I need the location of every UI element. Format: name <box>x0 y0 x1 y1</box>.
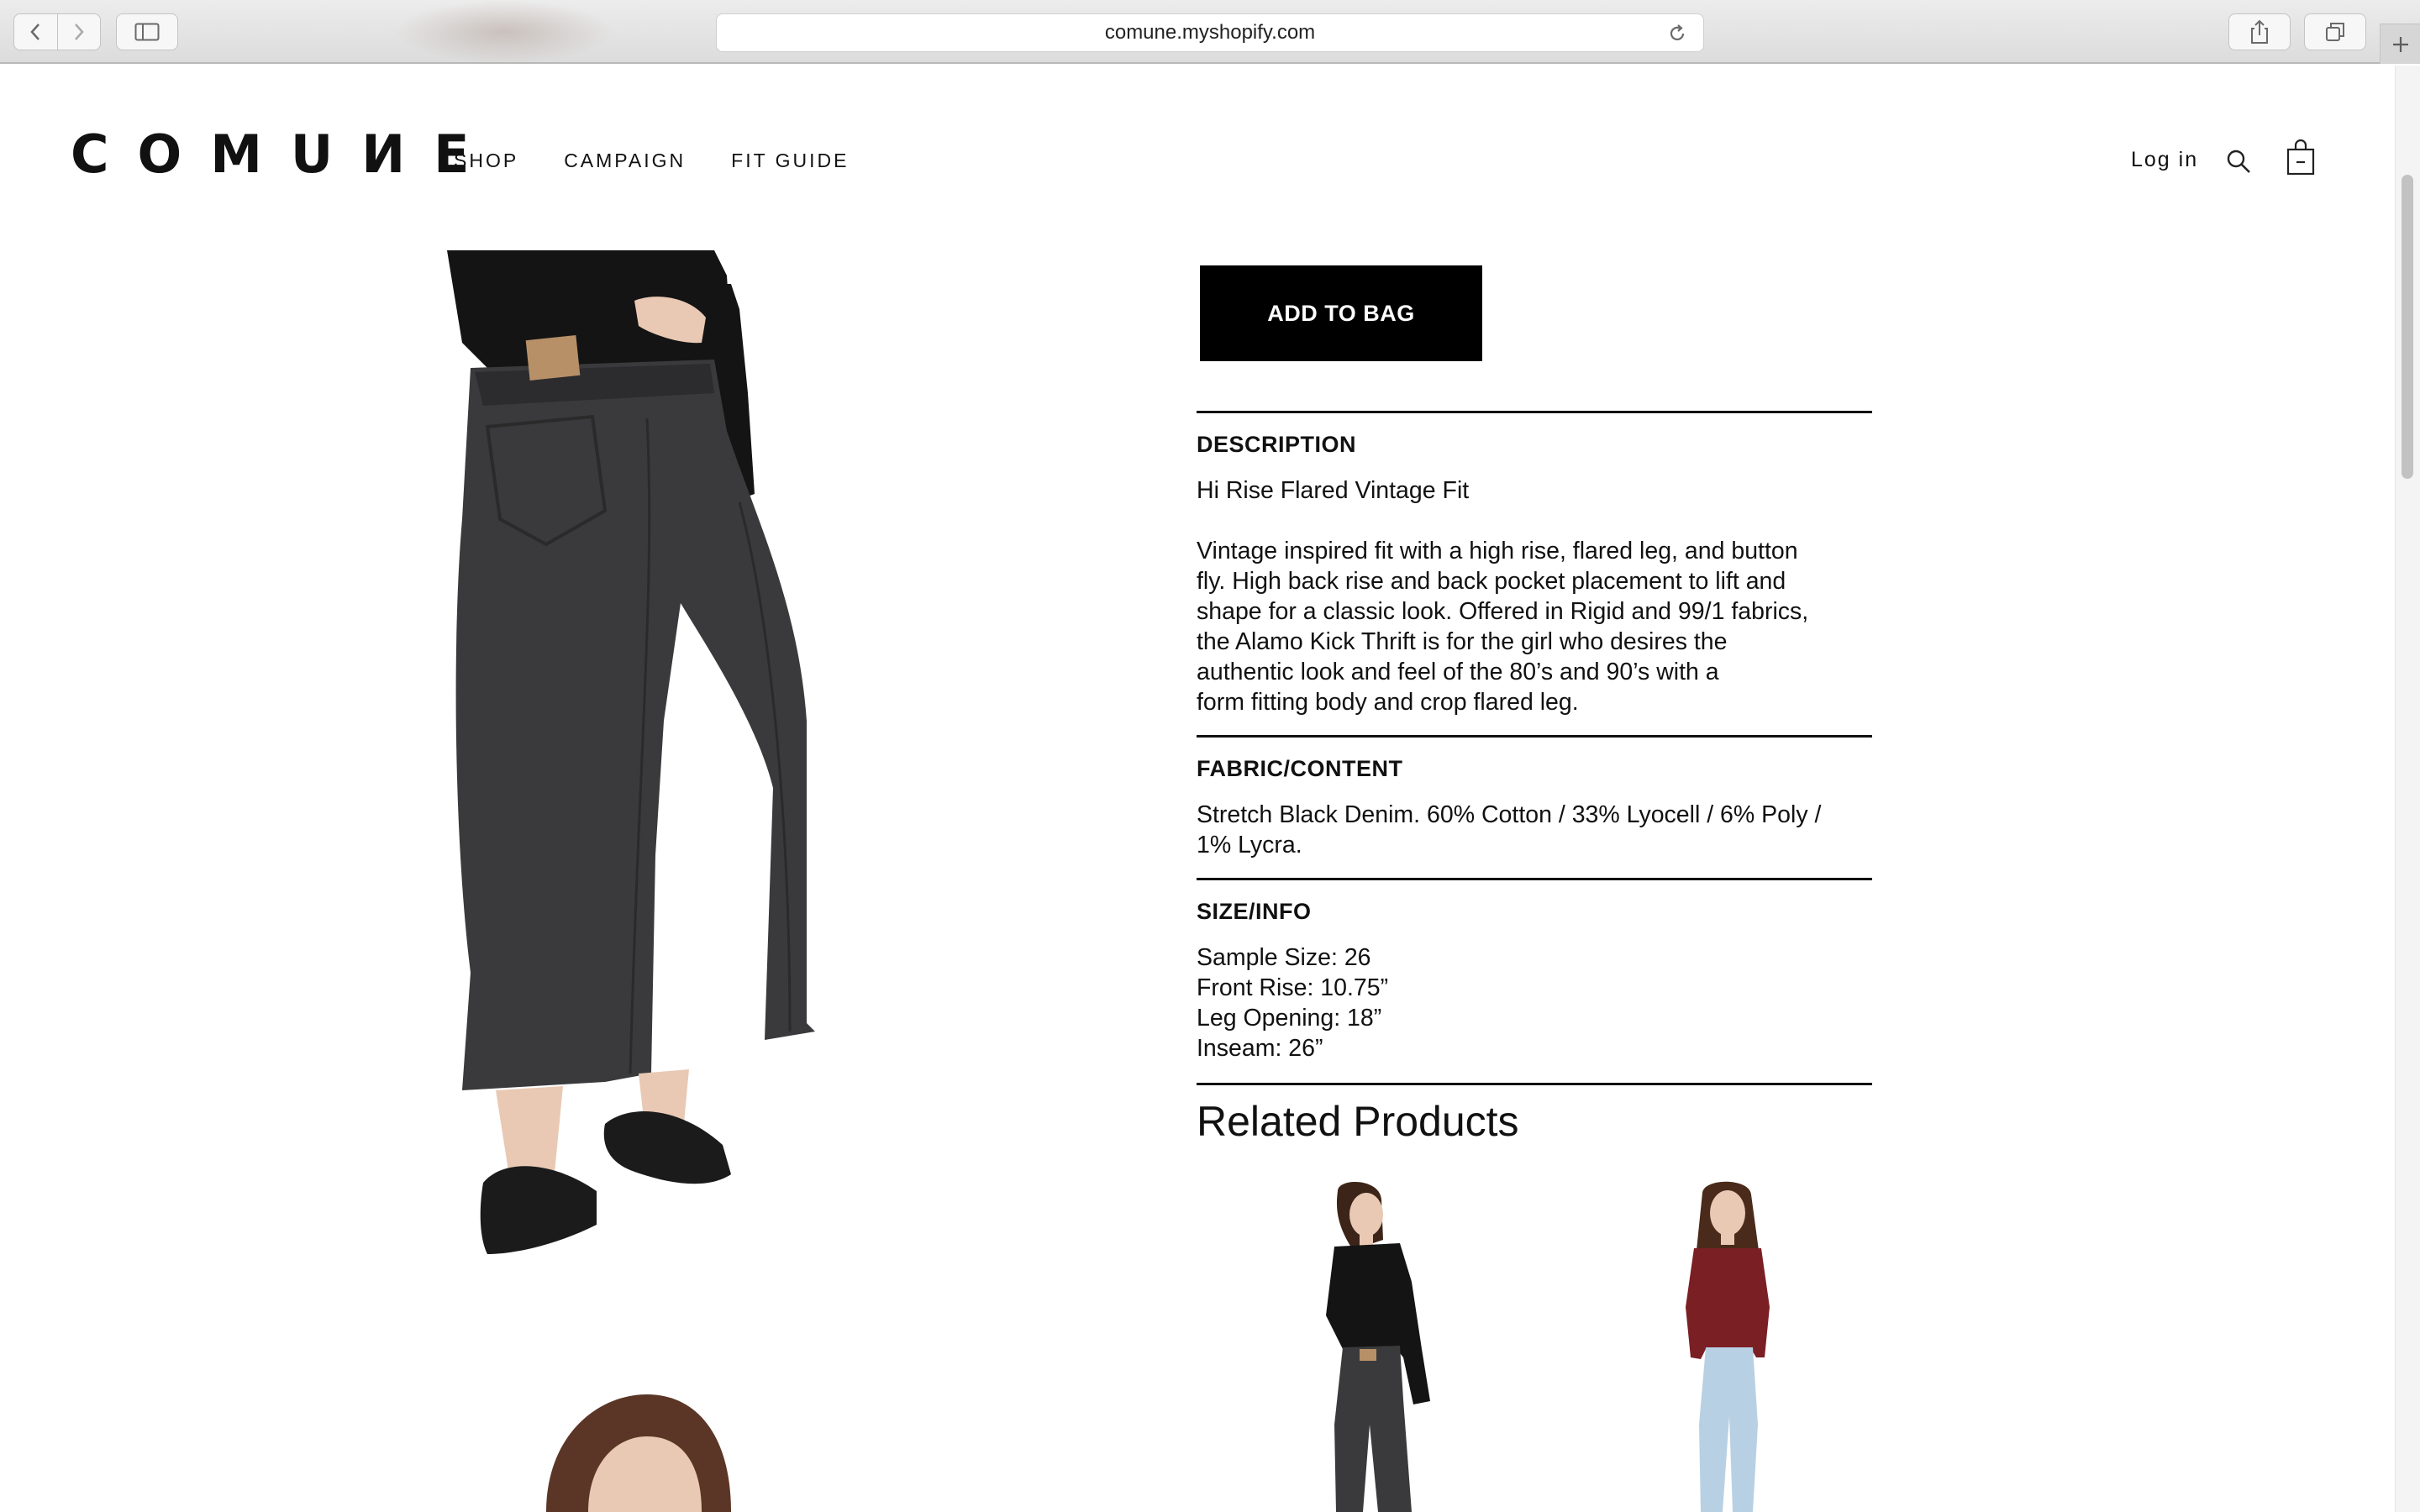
chevron-left-icon <box>30 24 40 40</box>
back-button[interactable] <box>14 14 57 50</box>
size-body: Sample Size: 26 Front Rise: 10.75” Leg O… <box>1197 942 1877 1063</box>
reload-icon[interactable] <box>1666 23 1688 45</box>
divider <box>1197 411 1872 413</box>
fabric-line: Stretch Black Denim. 60% Cotton / 33% Ly… <box>1197 801 1822 828</box>
sidebar-icon <box>134 23 160 41</box>
shopping-bag-icon <box>2286 139 2315 176</box>
related-products-heading: Related Products <box>1197 1098 1519 1145</box>
divider <box>1197 1083 1872 1085</box>
nav-fit-guide[interactable]: FIT GUIDE <box>731 150 849 172</box>
description-line: form fitting body and crop flared leg. <box>1197 689 1579 716</box>
description-title: DESCRIPTION <box>1197 432 1357 457</box>
description-subtitle: Hi Rise Flared Vintage Fit <box>1197 477 1470 504</box>
tabs-icon <box>2326 23 2344 41</box>
related-product-1[interactable] <box>1286 1181 1470 1512</box>
share-icon <box>2251 19 2268 44</box>
site-logo[interactable]: COMUИE <box>71 126 498 183</box>
cart-button[interactable] <box>2286 139 2316 176</box>
blurred-tab-thumbnail <box>395 0 613 64</box>
main-navigation: SHOP CAMPAIGN FIT GUIDE <box>454 150 894 172</box>
description-line: the Alamo Kick Thrift is for the girl wh… <box>1197 628 1728 655</box>
new-tab-button[interactable] <box>2380 24 2420 64</box>
forward-button[interactable] <box>56 14 100 50</box>
address-bar[interactable]: comune.myshopify.com <box>716 13 1704 52</box>
description-line: Vintage inspired fit with a high rise, f… <box>1197 538 1798 564</box>
size-line: Leg Opening: 18” <box>1197 1005 1382 1032</box>
sidebar-toggle-button[interactable] <box>116 13 178 50</box>
login-link[interactable]: Log in <box>2131 148 2198 172</box>
add-to-bag-button[interactable]: ADD TO BAG <box>1200 265 1482 361</box>
product-image-2[interactable] <box>538 1394 739 1512</box>
description-line: fly. High back rise and back pocket plac… <box>1197 568 1786 595</box>
description-line: shape for a classic look. Offered in Rig… <box>1197 598 1809 625</box>
divider <box>1197 735 1872 738</box>
search-icon <box>2227 150 2250 173</box>
show-tabs-button[interactable] <box>2304 13 2366 50</box>
fabric-body: Stretch Black Denim. 60% Cotton / 33% Ly… <box>1197 800 1877 860</box>
chevron-right-icon <box>75 24 84 40</box>
plus-icon <box>2392 36 2408 52</box>
share-button[interactable] <box>2228 13 2291 50</box>
history-buttons <box>13 13 101 50</box>
fabric-line: 1% Lycra. <box>1197 832 1302 858</box>
size-title: SIZE/INFO <box>1197 899 1312 924</box>
description-body: Vintage inspired fit with a high rise, f… <box>1197 536 1877 717</box>
description-line: authentic look and feel of the 80’s and … <box>1197 659 1719 685</box>
product-image[interactable] <box>437 250 874 1267</box>
fabric-title: FABRIC/CONTENT <box>1197 756 1403 781</box>
scrollbar-thumb[interactable] <box>2402 175 2413 479</box>
nav-campaign[interactable]: CAMPAIGN <box>564 150 686 172</box>
search-button[interactable] <box>2225 148 2254 176</box>
size-line: Sample Size: 26 <box>1197 944 1371 971</box>
divider <box>1197 878 1872 880</box>
related-product-2[interactable] <box>1639 1181 1823 1512</box>
nav-shop[interactable]: SHOP <box>454 150 518 172</box>
url-text: comune.myshopify.com <box>1104 21 1316 44</box>
browser-toolbar: comune.myshopify.com <box>0 0 2420 64</box>
size-line: Inseam: 26” <box>1197 1035 1323 1062</box>
size-line: Front Rise: 10.75” <box>1197 974 1389 1001</box>
